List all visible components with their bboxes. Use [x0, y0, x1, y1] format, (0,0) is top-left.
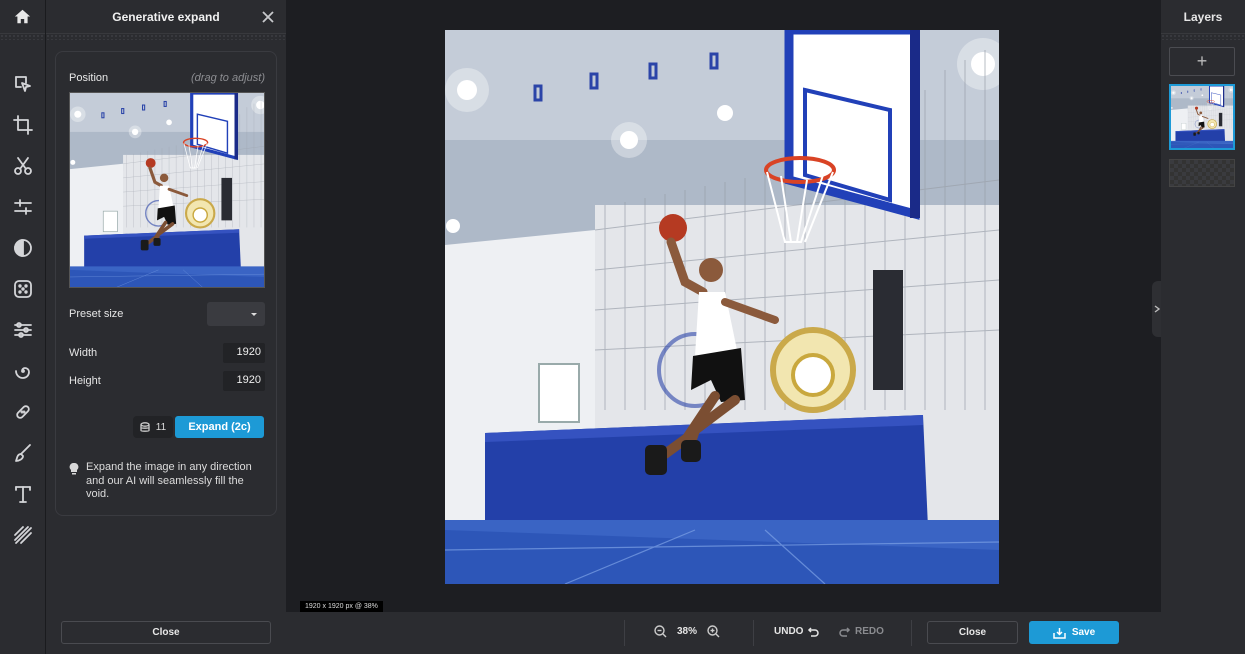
lightbulb-icon	[69, 463, 79, 475]
tool-rail	[0, 0, 46, 654]
layers-panel: Layers +	[1161, 0, 1245, 654]
close-icon	[262, 11, 274, 23]
redo-icon	[839, 626, 851, 637]
spiral-icon	[14, 366, 30, 379]
home-button[interactable]	[0, 0, 45, 34]
redo-button[interactable]: REDO	[839, 626, 884, 637]
add-layer-button[interactable]: +	[1169, 47, 1235, 76]
toolbar-separator	[911, 620, 912, 646]
hatch-icon	[13, 525, 32, 544]
position-label: Position	[69, 72, 109, 84]
width-input[interactable]: 1920	[223, 343, 265, 363]
panel-title: Generative expand	[112, 9, 220, 24]
width-row: Width 1920	[69, 343, 265, 363]
sliders-icon	[13, 198, 32, 215]
retouch-tool-button[interactable]	[0, 391, 45, 432]
credits-badge: 11	[133, 416, 173, 438]
download-icon	[1053, 627, 1066, 639]
layer-thumbnail[interactable]	[1169, 84, 1235, 150]
position-preview[interactable]	[69, 92, 265, 288]
toolbar-separator	[753, 620, 754, 646]
crop-icon	[12, 114, 33, 135]
toggles-icon	[13, 321, 32, 338]
filter-tool-button[interactable]	[0, 227, 45, 268]
effects-tool-button[interactable]	[0, 268, 45, 309]
contrast-icon	[13, 238, 32, 257]
save-label: Save	[1071, 627, 1096, 638]
panel-close-footer-button[interactable]: Close	[61, 621, 271, 644]
canvas-area: 1920 x 1920 px @ 38%	[286, 0, 1161, 613]
crop-tool-button[interactable]	[0, 104, 45, 145]
zoom-level: 38%	[677, 626, 698, 637]
position-hint: (drag to adjust)	[191, 72, 265, 84]
bottom-toolbar: 38% UNDO REDO Close Save	[286, 612, 1161, 654]
layers-title: Layers	[1161, 0, 1245, 34]
select-tool-button[interactable]	[0, 63, 45, 104]
undo-icon	[808, 626, 820, 637]
photo-editor-app: Generative expand Position (drag to adju…	[0, 0, 1245, 654]
zoom-in-icon[interactable]	[707, 625, 720, 638]
redo-label: REDO	[855, 626, 884, 637]
zoom-controls: 38%	[654, 625, 720, 638]
cutout-tool-button[interactable]	[0, 145, 45, 186]
brush-tool-button[interactable]	[0, 432, 45, 473]
zoom-out-icon[interactable]	[654, 625, 667, 638]
save-button[interactable]: Save	[1029, 621, 1119, 644]
panel-close-button[interactable]	[260, 9, 276, 25]
position-preview-image	[70, 93, 265, 288]
liquify-tool-button[interactable]	[0, 350, 45, 391]
tip-text: Expand the image in any direction and ou…	[86, 461, 252, 500]
select-cursor-icon	[14, 75, 31, 92]
height-label: Height	[69, 375, 101, 387]
texture-tool-button[interactable]	[0, 514, 45, 555]
chevron-right-icon	[1154, 305, 1160, 313]
undo-button[interactable]: UNDO	[774, 626, 820, 637]
preset-size-select[interactable]	[207, 302, 265, 326]
basketball-photo	[445, 30, 999, 584]
coins-icon	[140, 421, 150, 432]
home-icon	[14, 9, 31, 24]
layers-divider	[1161, 34, 1245, 40]
expand-settings-card: Position (drag to adjust) Preset size Wi…	[55, 51, 277, 516]
toolbar-separator	[624, 620, 625, 646]
credits-count: 11	[155, 421, 167, 433]
position-row: Position (drag to adjust)	[69, 72, 265, 84]
brush-icon	[14, 443, 31, 462]
canvas-image[interactable]	[445, 30, 999, 584]
height-input[interactable]: 1920	[223, 371, 265, 391]
expand-tip: Expand the image in any direction and ou…	[69, 461, 269, 502]
preset-size-label: Preset size	[69, 308, 124, 320]
adjust-tool-button[interactable]	[0, 186, 45, 227]
undo-label: UNDO	[774, 626, 804, 637]
panel-header: Generative expand	[46, 0, 286, 34]
preset-size-row: Preset size	[69, 302, 265, 326]
transparent-layer[interactable]	[1169, 159, 1235, 187]
text-tool-button[interactable]	[0, 473, 45, 514]
bandage-icon	[15, 404, 30, 419]
text-icon	[14, 485, 31, 503]
effects-grid-icon	[13, 279, 32, 298]
layer-image	[1171, 86, 1233, 148]
height-row: Height 1920	[69, 371, 265, 391]
panel-divider	[46, 34, 286, 40]
width-label: Width	[69, 347, 98, 359]
scissors-icon	[13, 156, 32, 175]
expand-button[interactable]: Expand (2c)	[175, 416, 264, 438]
fine-adjust-tool-button[interactable]	[0, 309, 45, 350]
generative-expand-panel: Generative expand Position (drag to adju…	[46, 0, 286, 654]
close-button[interactable]: Close	[927, 621, 1018, 644]
